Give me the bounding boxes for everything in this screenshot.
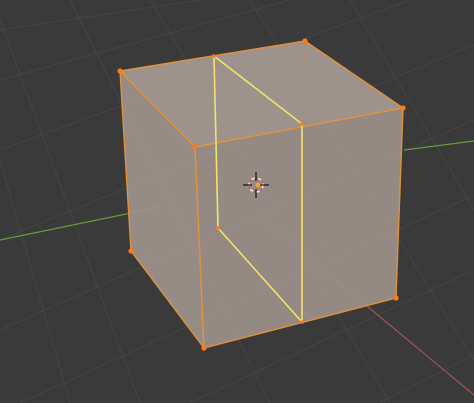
vertex[interactable] [201, 345, 207, 351]
vertex[interactable] [393, 295, 399, 301]
vertex[interactable] [212, 54, 216, 58]
vertex[interactable] [300, 122, 304, 126]
vertex[interactable] [302, 38, 308, 44]
object-origin [255, 182, 261, 188]
vertex[interactable] [216, 226, 220, 230]
vertex[interactable] [192, 144, 198, 150]
3d-viewport[interactable] [0, 0, 474, 403]
vertex[interactable] [400, 105, 406, 111]
cube-mesh[interactable] [118, 40, 405, 351]
vertex[interactable] [117, 68, 123, 74]
vertex[interactable] [128, 248, 134, 254]
axis-x-line-far [403, 140, 474, 151]
vertex[interactable] [300, 320, 304, 324]
viewport-scene[interactable] [0, 0, 474, 403]
